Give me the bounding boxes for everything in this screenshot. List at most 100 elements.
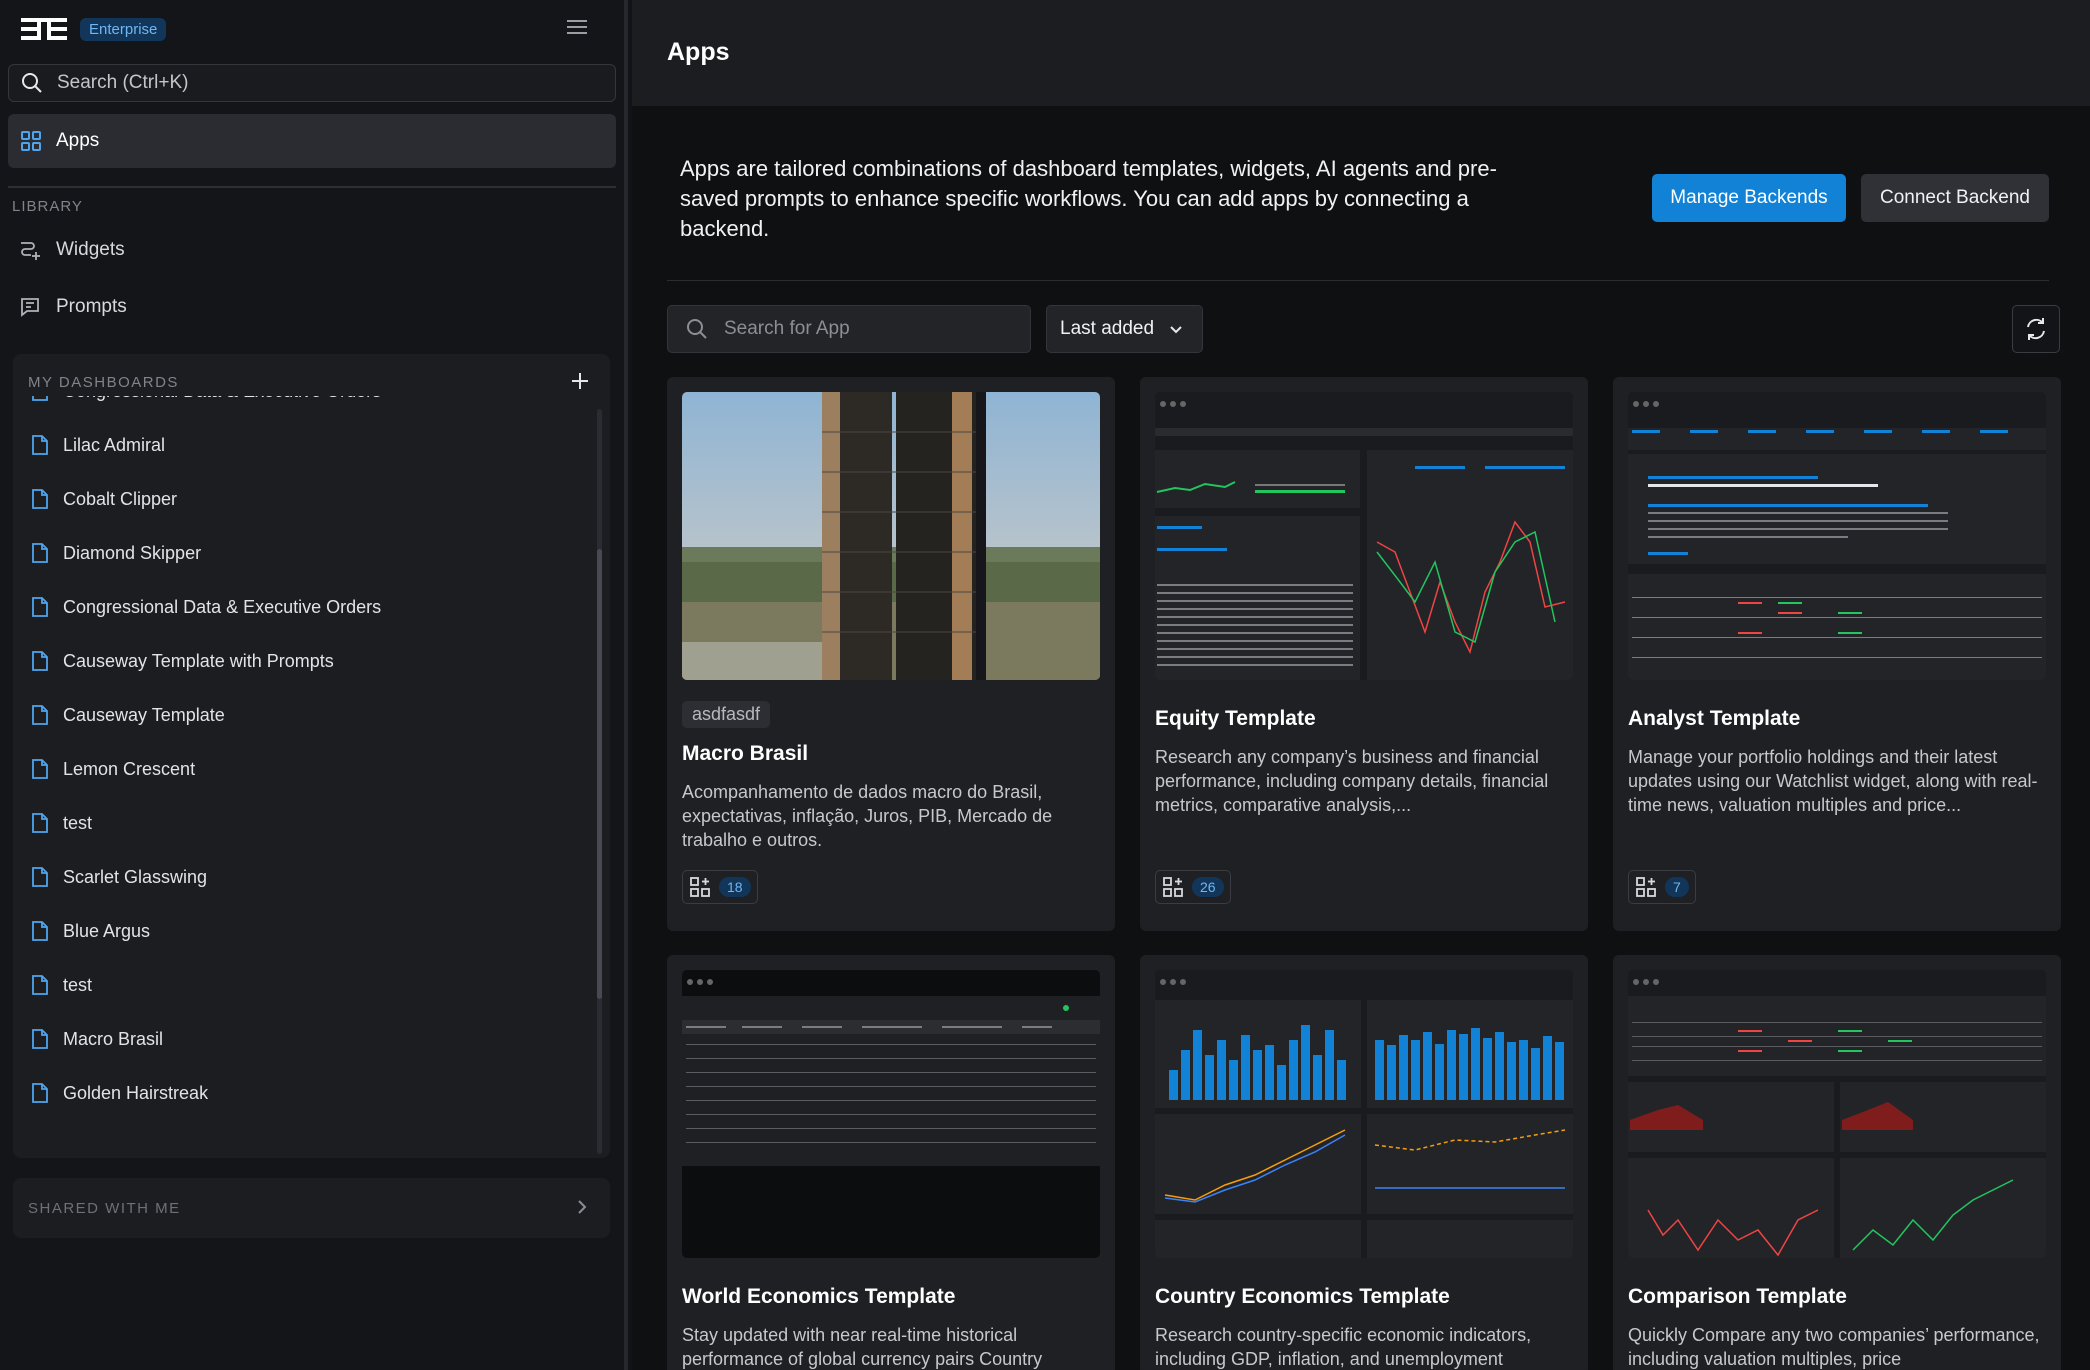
app-description: Stay updated with near real-time histori…	[682, 1325, 1043, 1369]
document-icon	[31, 396, 49, 402]
dashboard-list: Congressional Data & Executive Orders Lil…	[13, 396, 593, 1156]
dashboard-item[interactable]: test	[31, 812, 92, 834]
widgets-grid-icon	[690, 877, 710, 897]
divider	[667, 280, 2049, 281]
document-icon	[31, 920, 49, 942]
dashboard-item[interactable]: test	[31, 974, 92, 996]
sidebar-search-input[interactable]: Search (Ctrl+K)	[8, 64, 616, 102]
sidebar-item-label: Prompts	[56, 296, 127, 317]
my-dashboards-title: MY DASHBOARDS	[28, 374, 179, 391]
page-title: Apps	[667, 38, 730, 66]
manage-backends-button[interactable]: Manage Backends	[1652, 174, 1846, 222]
app-card[interactable]: asdfasdf Macro Brasil Acompanhamento de …	[667, 377, 1115, 931]
app-card[interactable]: World Economics Template Stay updated wi…	[667, 955, 1115, 1370]
document-icon	[31, 650, 49, 672]
app-description: Research any company’s business and fina…	[1155, 747, 1549, 815]
app-thumbnail	[1155, 970, 1573, 1258]
count-badge: 7	[1665, 877, 1689, 897]
document-icon	[31, 488, 49, 510]
my-dashboards-panel: MY DASHBOARDS Congressional Data & Execu…	[13, 354, 610, 1158]
dashboard-item[interactable]: Causeway Template	[31, 704, 225, 726]
sidebar-item-widgets[interactable]: Widgets	[18, 238, 125, 262]
edition-badge: Enterprise	[80, 17, 167, 41]
sidebar: Enterprise Search (Ctrl+K) Apps LIBRARY …	[0, 0, 628, 1370]
document-icon	[31, 596, 49, 618]
app-description: Acompanhamento de dados macro do Brasil,…	[682, 782, 1053, 850]
menu-icon[interactable]	[566, 17, 588, 37]
widget-count: 7	[1628, 870, 1696, 904]
dashboard-item[interactable]: Causeway Template with Prompts	[31, 650, 334, 672]
document-icon	[31, 1028, 49, 1050]
connect-backend-button[interactable]: Connect Backend	[1861, 174, 2049, 222]
add-dashboard-icon[interactable]	[569, 370, 591, 392]
dashboard-item-label: Lilac Admiral	[63, 434, 166, 455]
app-title: Equity Template	[1155, 707, 1316, 730]
dashboard-item-label: test	[63, 974, 93, 995]
app-thumbnail	[1155, 392, 1573, 680]
dashboard-item-label: Lemon Crescent	[63, 758, 196, 779]
document-icon	[31, 542, 49, 564]
app-title: Comparison Template	[1628, 1285, 1847, 1308]
shared-with-me-section[interactable]: SHARED WITH ME	[13, 1178, 610, 1238]
chevron-down-icon	[1170, 326, 1182, 334]
dashboard-item[interactable]: Scarlet Glasswing	[31, 866, 207, 888]
dashboard-item[interactable]: Blue Argus	[31, 920, 150, 942]
widgets-icon	[21, 242, 40, 260]
app-tag: asdfasdf	[682, 701, 771, 728]
app-description: Manage your portfolio holdings and their…	[1628, 747, 2038, 815]
refresh-button[interactable]	[2012, 305, 2060, 353]
dashboard-item[interactable]: Lemon Crescent	[31, 758, 195, 780]
sidebar-search-placeholder: Search (Ctrl+K)	[57, 72, 189, 93]
sidebar-item-label: Apps	[56, 130, 100, 151]
app-card[interactable]: Equity Template Research any company’s b…	[1140, 377, 1588, 931]
dashboard-item-label: Blue Argus	[63, 920, 151, 941]
dashboard-item[interactable]: Cobalt Clipper	[31, 488, 177, 510]
widget-count: 18	[682, 870, 758, 904]
app-thumbnail	[682, 970, 1100, 1258]
app-search-input[interactable]: Search for App	[667, 305, 1031, 353]
app-title: Macro Brasil	[682, 742, 809, 765]
widgets-grid-icon	[1636, 877, 1656, 897]
app-description: Research country-specific economic indic…	[1155, 1325, 1532, 1369]
document-icon	[31, 974, 49, 996]
dashboard-item-label: Macro Brasil	[63, 1028, 164, 1049]
dashboard-item[interactable]: Golden Hairstreak	[31, 1082, 208, 1104]
app-thumbnail	[682, 392, 1100, 680]
app-card[interactable]: Analyst Template Manage your portfolio h…	[1613, 377, 2061, 931]
sidebar-item-label: Widgets	[56, 239, 125, 260]
apps-grid-icon	[21, 131, 41, 151]
dashboard-item-label: test	[63, 812, 93, 833]
app-title: Analyst Template	[1628, 707, 1801, 730]
dashboard-item-label: Causeway Template	[63, 704, 225, 725]
sidebar-item-prompts[interactable]: Prompts	[18, 295, 127, 319]
library-section-title: LIBRARY	[12, 198, 83, 215]
apps-description: Apps are tailored combinations of dashbo…	[680, 156, 1497, 241]
dashboard-item-label: Congressional Data & Executive Orders	[63, 596, 382, 617]
dashboard-item[interactable]: Congressional Data & Executive Orders	[31, 596, 381, 618]
app-card[interactable]: Country Economics Template Research coun…	[1140, 955, 1588, 1370]
dashboard-item[interactable]: Macro Brasil	[31, 1028, 163, 1050]
document-icon	[31, 434, 49, 456]
widgets-grid-icon	[1163, 877, 1183, 897]
company-logo[interactable]	[20, 16, 68, 42]
sort-dropdown[interactable]: Last added	[1046, 305, 1203, 353]
scrollbar[interactable]	[597, 409, 602, 1154]
brand: Enterprise	[20, 14, 167, 44]
app-card[interactable]: Comparison Template Quickly Compare any …	[1613, 955, 2061, 1370]
search-icon	[22, 73, 42, 93]
prompts-icon	[21, 298, 39, 317]
dashboard-item[interactable]: Congressional Data & Executive Orders	[31, 396, 381, 402]
document-icon	[31, 866, 49, 888]
count-badge: 26	[1192, 877, 1224, 897]
dashboard-item[interactable]: Diamond Skipper	[31, 542, 201, 564]
app-thumbnail	[1628, 970, 2046, 1258]
main-content: Apps are tailored combinations of dashbo…	[632, 106, 2090, 1370]
app-description: Quickly Compare any two companies’ perfo…	[1628, 1325, 2040, 1369]
dashboard-item-label: Cobalt Clipper	[63, 488, 178, 509]
dashboard-item[interactable]: Lilac Admiral	[31, 434, 165, 456]
divider	[8, 186, 616, 188]
sidebar-item-apps[interactable]: Apps	[8, 114, 616, 168]
app-title: World Economics Template	[682, 1285, 956, 1308]
dashboard-item-label: Scarlet Glasswing	[63, 866, 208, 887]
document-icon	[31, 812, 49, 834]
